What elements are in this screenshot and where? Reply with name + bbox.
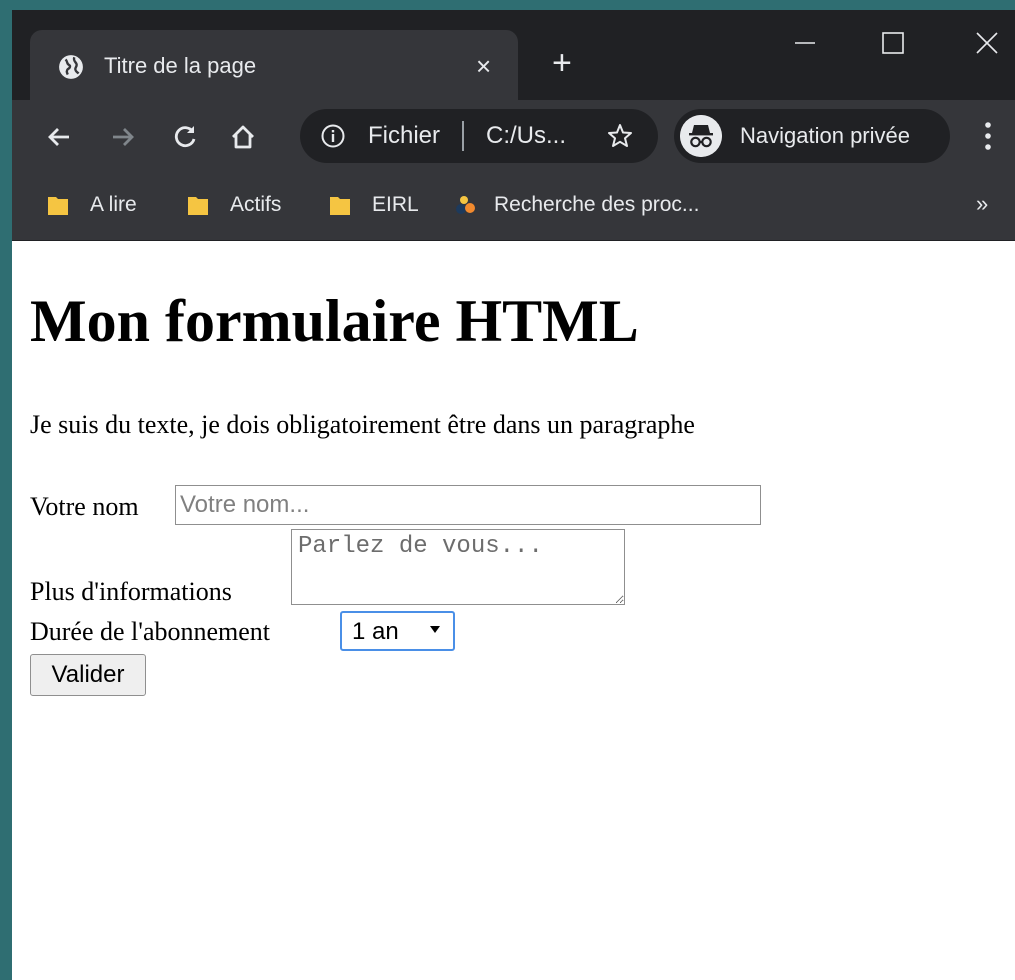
back-arrow-icon[interactable]	[44, 122, 74, 152]
reload-icon[interactable]	[170, 122, 200, 152]
folder-icon	[188, 197, 208, 215]
name-input[interactable]	[175, 485, 761, 525]
name-label: Votre nom	[30, 492, 139, 521]
tab-title: Titre de la page	[104, 53, 257, 78]
bookmark-label: Actifs	[230, 193, 282, 216]
star-icon[interactable]	[606, 122, 634, 150]
toolbar: Fichier C:/Us... Navigation privée	[12, 100, 1015, 172]
bookmark-recherche[interactable]: Recherche des proc...	[454, 190, 699, 220]
site-icon	[456, 196, 475, 214]
address-scheme-label: Fichier	[368, 122, 441, 149]
bookmark-label: A lire	[90, 193, 137, 216]
bookmark-label: Recherche des proc...	[494, 193, 700, 216]
minimize-icon[interactable]	[790, 28, 820, 58]
page-title: Mon formulaire HTML	[30, 288, 639, 354]
home-icon[interactable]	[228, 122, 258, 152]
submit-button[interactable]: Valider	[30, 654, 146, 696]
folder-icon	[48, 197, 68, 215]
address-url[interactable]: C:/Us...	[486, 122, 566, 150]
bookmark-a-lire[interactable]: A lire	[46, 190, 137, 220]
info-textarea[interactable]	[291, 529, 625, 605]
page-content: Mon formulaire HTML Je suis du texte, je…	[12, 241, 1015, 980]
close-icon[interactable]	[972, 28, 1002, 58]
address-separator	[462, 121, 464, 151]
info-label: Plus d'informations	[30, 577, 232, 606]
bookmarks-more-button[interactable]: »	[976, 190, 988, 218]
info-icon[interactable]	[320, 123, 346, 149]
tab-close-button[interactable]: ×	[476, 52, 491, 80]
three-dots-icon[interactable]	[980, 120, 996, 152]
address-bar[interactable]: Fichier C:/Us...	[300, 109, 658, 163]
browser-window: Titre de la page × + Fichier C:/Us... Na…	[12, 10, 1015, 980]
tab-strip: Titre de la page × +	[12, 10, 1015, 100]
bookmarks-bar: A lire Actifs EIRL Recherche des proc...…	[12, 172, 1015, 241]
bookmark-eirl[interactable]: EIRL	[328, 190, 419, 220]
new-tab-button[interactable]: +	[552, 46, 572, 80]
forward-arrow-icon	[113, 128, 134, 146]
globe-icon	[59, 55, 83, 79]
incognito-icon	[680, 115, 722, 157]
maximize-icon[interactable]	[878, 28, 908, 58]
intro-paragraph: Je suis du texte, je dois obligatoiremen…	[30, 410, 695, 439]
bookmark-actifs[interactable]: Actifs	[186, 190, 281, 220]
duration-select[interactable]: 1 an	[340, 611, 455, 651]
duration-label: Durée de l'abonnement	[30, 617, 271, 646]
incognito-label: Navigation privée	[740, 123, 910, 148]
folder-icon	[330, 197, 350, 215]
tab-active[interactable]: Titre de la page ×	[30, 30, 518, 100]
incognito-badge[interactable]: Navigation privée	[674, 109, 950, 163]
bookmark-label: EIRL	[372, 193, 419, 216]
